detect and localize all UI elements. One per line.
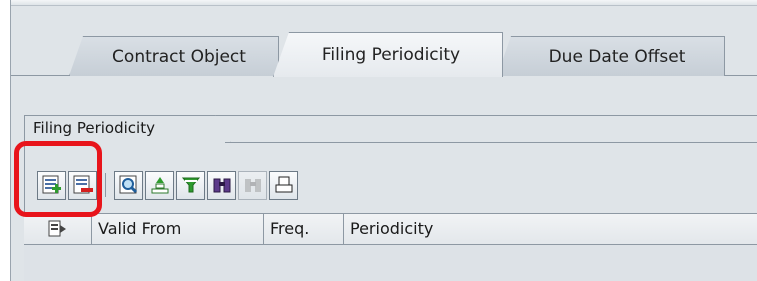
toolbar-separator [105,173,106,197]
find-next-button[interactable] [238,170,267,200]
find-button[interactable] [207,170,236,200]
group-title: Filing Periodicity [25,115,231,143]
details-icon [119,175,137,194]
select-all-cell[interactable] [24,214,92,244]
print-icon [275,176,292,193]
filter-icon [181,177,200,193]
print-button[interactable] [269,170,298,200]
column-settings-icon [48,220,66,237]
sort-ascending-icon [151,177,168,194]
periodicity-table: Valid From Freq. Periodicity [24,213,757,281]
group-line [225,142,757,143]
top-edge [11,0,757,6]
find-next-icon [244,179,261,192]
tab-label: Contract Object [112,46,246,67]
tab-label: Due Date Offset [548,46,686,67]
details-button[interactable] [114,170,143,200]
highlight-annotation [14,141,102,217]
column-header-valid-from[interactable]: Valid From [92,214,264,244]
sort-ascending-button[interactable] [145,170,174,200]
tabstrip: Contract Object Due Date Offset Filing P… [11,30,757,77]
find-icon [213,178,230,193]
tab-label: Filing Periodicity [321,45,461,65]
tab-contract-object[interactable]: Contract Object [69,36,279,76]
tab-due-date-offset[interactable]: Due Date Offset [497,36,725,76]
filter-button[interactable] [176,170,205,200]
table-header: Valid From Freq. Periodicity [24,213,757,245]
column-header-periodicity[interactable]: Periodicity [344,214,757,244]
column-header-freq[interactable]: Freq. [264,214,344,244]
tab-filing-periodicity[interactable]: Filing Periodicity [273,32,503,77]
